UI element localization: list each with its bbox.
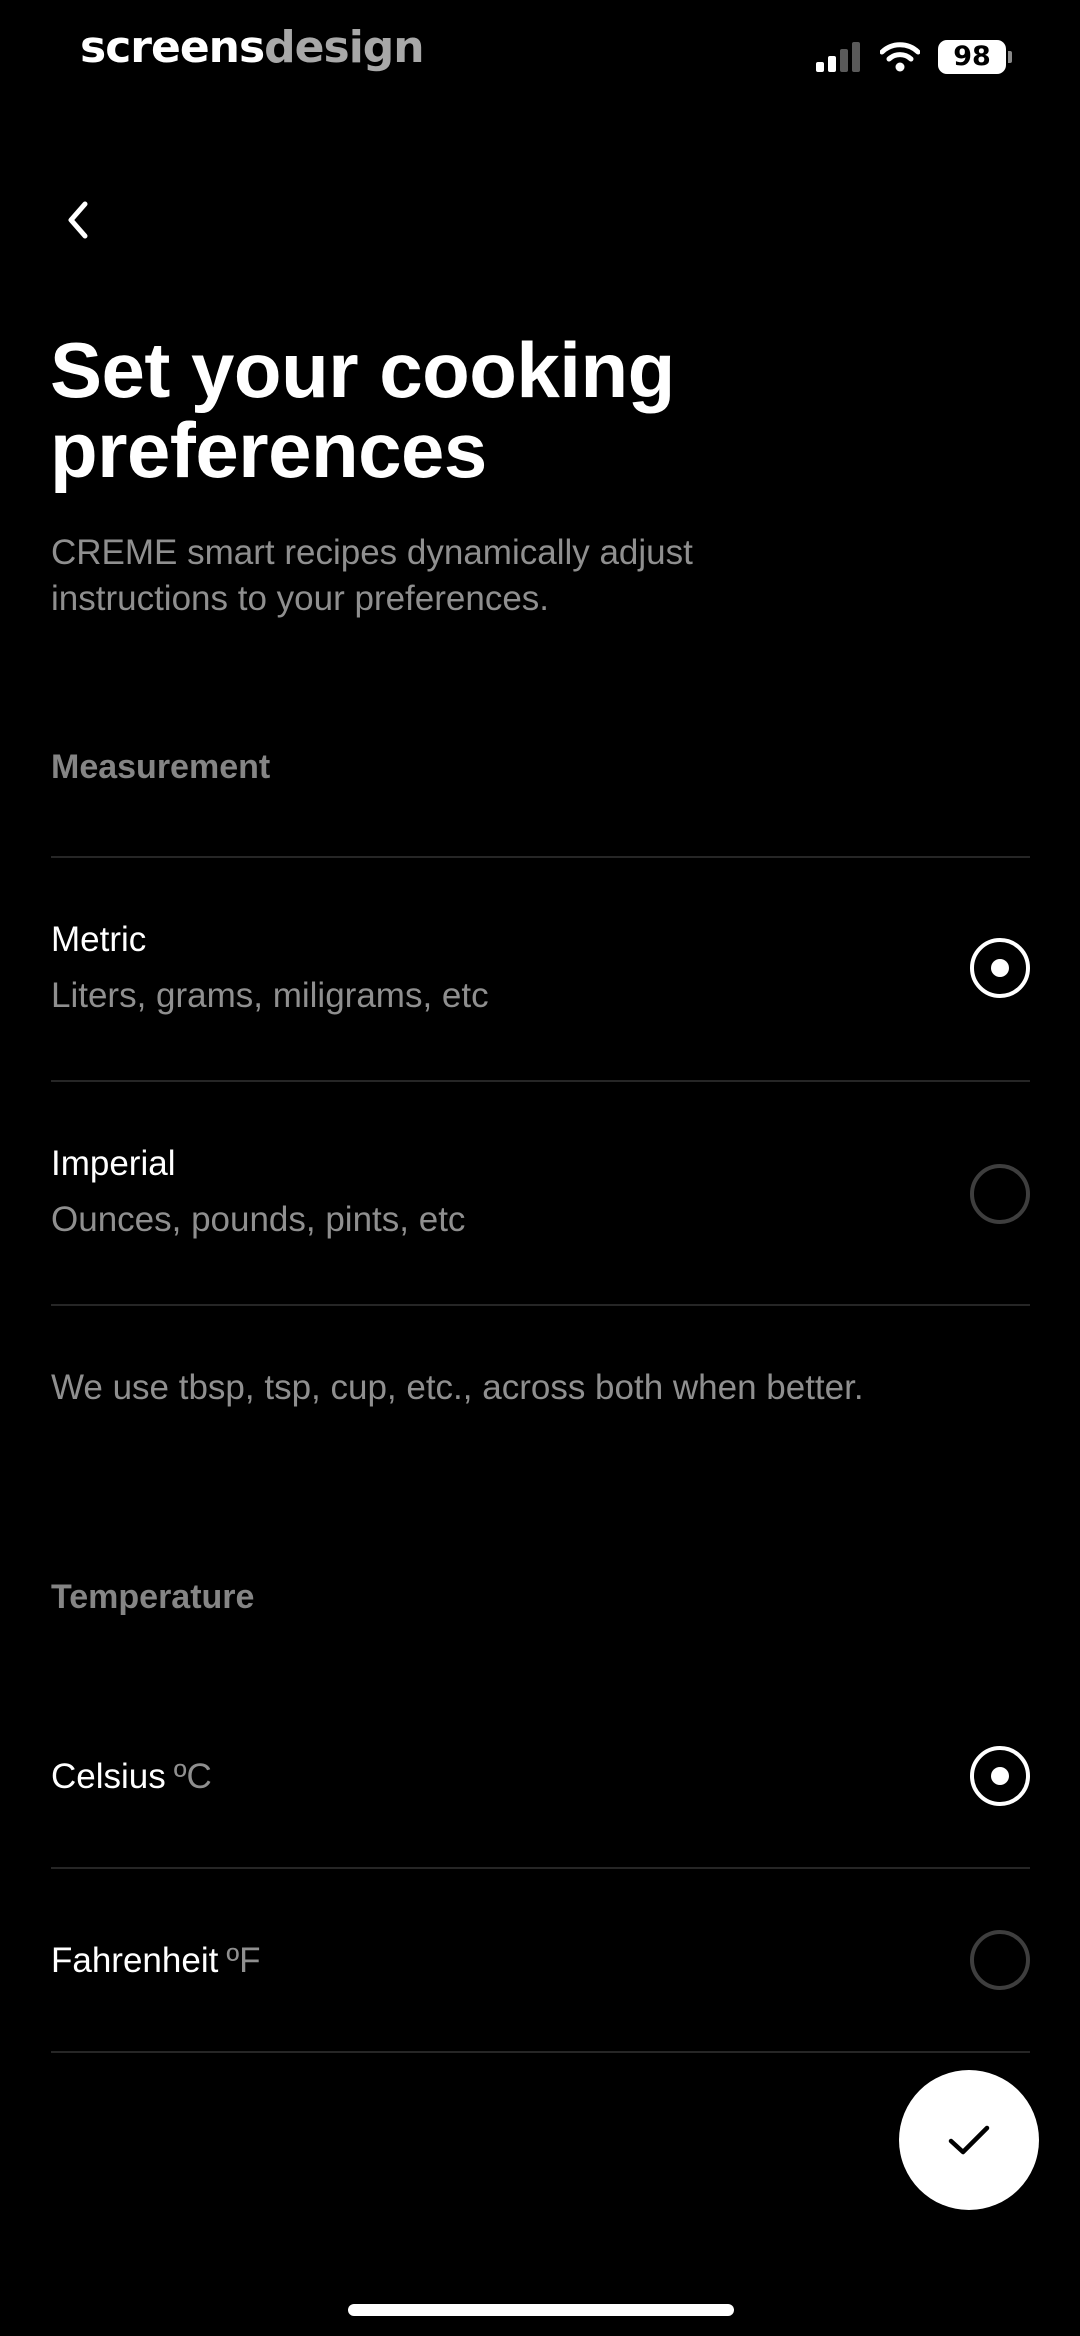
divider (51, 1304, 1030, 1306)
option-celsius-label: Celsius (51, 1757, 166, 1796)
temperature-section-label: Temperature (51, 1578, 255, 1616)
option-fahrenheit[interactable]: Fahrenheit ºF (51, 1869, 1030, 2051)
option-celsius-unit: ºC (173, 1757, 212, 1796)
page-subtitle: CREME smart recipes dynamically adjust i… (51, 533, 693, 618)
confirm-button[interactable] (899, 2070, 1039, 2210)
option-fahrenheit-title: Fahrenheit ºF (51, 1941, 261, 1981)
radio-dot (991, 959, 1009, 977)
checkmark-icon (948, 2125, 990, 2155)
option-fahrenheit-label: Fahrenheit (51, 1941, 219, 1980)
battery-level: 98 (938, 40, 1006, 74)
option-imperial[interactable]: Imperial Ounces, pounds, pints, etc (51, 1082, 1030, 1304)
back-button[interactable] (56, 190, 100, 250)
status-bar: screensdesign 98 (0, 0, 1080, 100)
option-metric-title: Metric (51, 920, 147, 959)
divider (51, 2051, 1030, 2053)
cellular-signal-icon (816, 42, 860, 72)
option-imperial-description: Ounces, pounds, pints, etc (51, 1200, 466, 1239)
brand-watermark: screensdesign (80, 22, 425, 73)
option-fahrenheit-unit: ºF (226, 1941, 261, 1980)
status-icons: 98 (816, 40, 1012, 74)
measurement-note: We use tbsp, tsp, cup, etc., across both… (51, 1368, 864, 1407)
chevron-left-icon (68, 201, 88, 239)
radio-imperial[interactable] (970, 1164, 1030, 1224)
option-celsius[interactable]: Celsius ºC (51, 1685, 1030, 1867)
option-metric[interactable]: Metric Liters, grams, miligrams, etc (51, 858, 1030, 1080)
radio-dot (991, 1767, 1009, 1785)
radio-metric[interactable] (970, 938, 1030, 998)
option-metric-description: Liters, grams, miligrams, etc (51, 976, 489, 1015)
battery-tip (1008, 51, 1012, 63)
option-imperial-title: Imperial (51, 1144, 176, 1183)
measurement-section-label: Measurement (51, 748, 271, 786)
radio-celsius[interactable] (970, 1746, 1030, 1806)
brand-part-2: design (264, 22, 424, 73)
radio-fahrenheit[interactable] (970, 1930, 1030, 1990)
option-celsius-title: Celsius ºC (51, 1757, 212, 1797)
wifi-icon (880, 42, 920, 72)
page-title: Set your cooking preferences (50, 326, 675, 494)
brand-part-1: screens (80, 22, 265, 73)
home-indicator[interactable] (348, 2304, 734, 2316)
battery-icon: 98 (938, 40, 1012, 74)
